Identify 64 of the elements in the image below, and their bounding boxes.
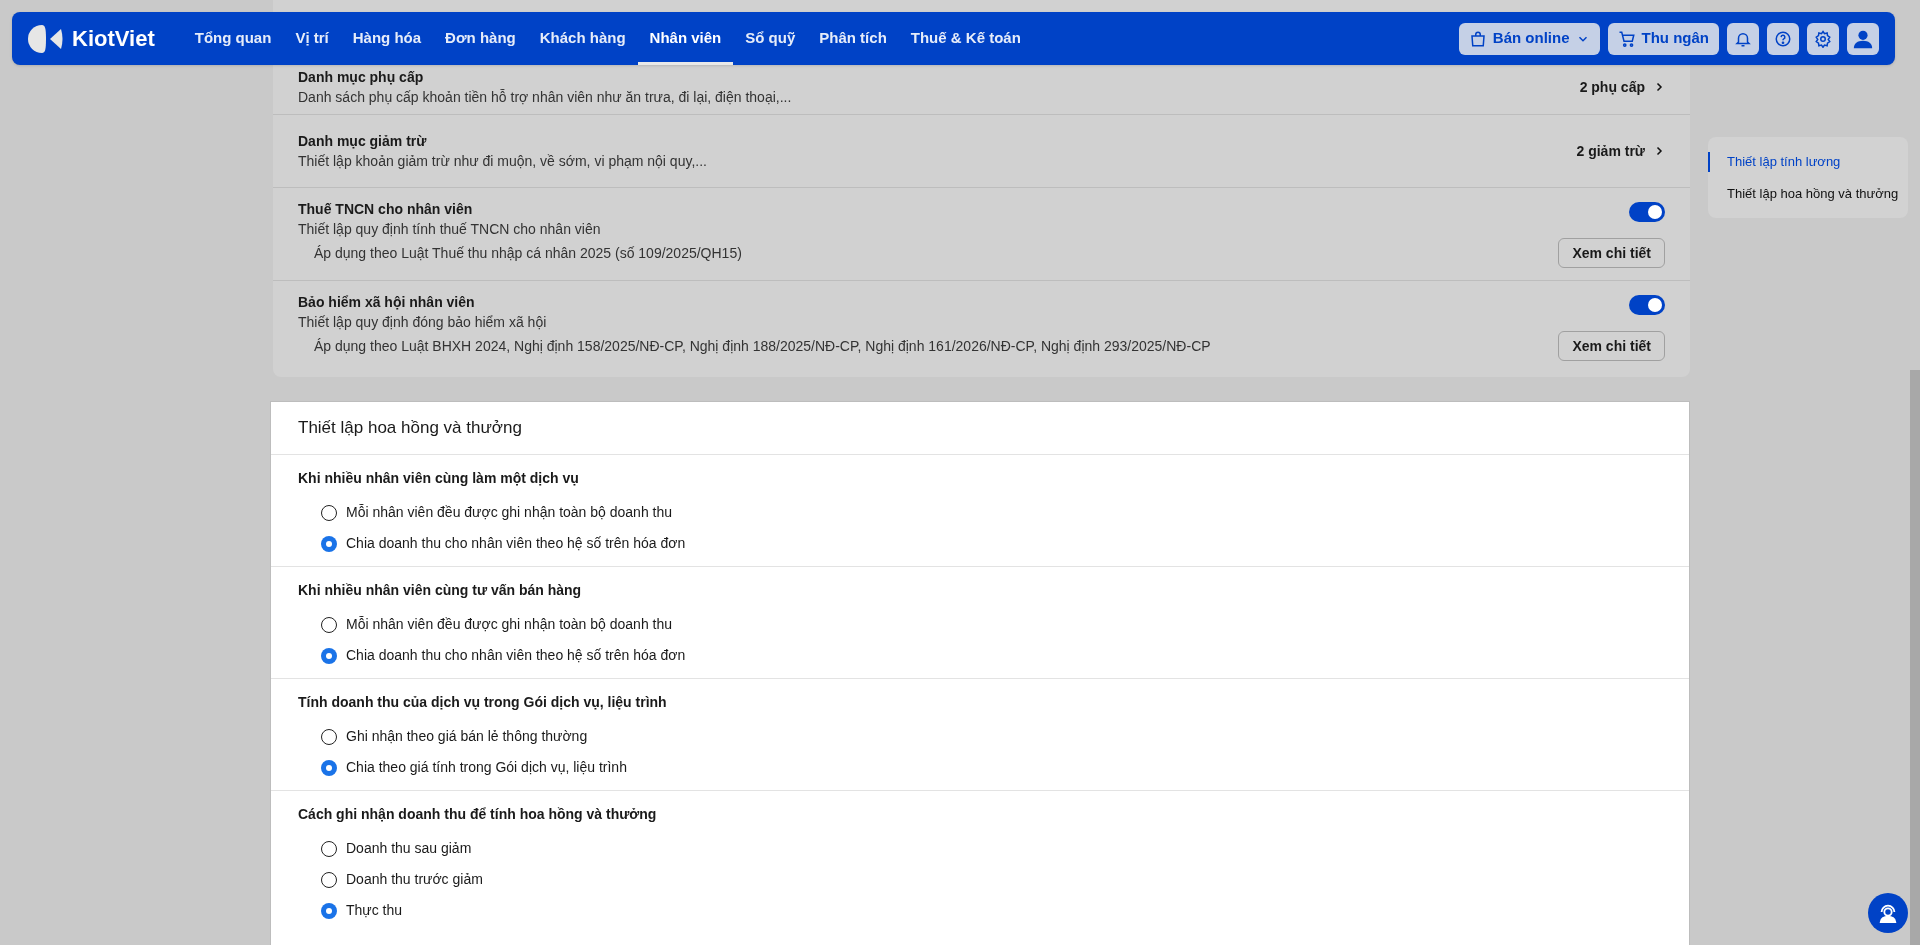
radio-button[interactable] [321,840,337,857]
group-title: Khi nhiều nhân viên cùng tư vấn bán hàng [298,581,583,600]
logo-text: KiotViet [72,25,155,53]
radio-button[interactable] [321,504,337,521]
radio-option[interactable]: Doanh thu trước giảm [321,864,1662,895]
nav-tab[interactable]: Vị trí [283,12,341,65]
settings-icon [1814,29,1832,48]
radio-option[interactable]: Ghi nhận theo giá bán lẻ thông thường [321,721,1662,752]
radio-button[interactable] [321,535,337,552]
setting-description: Danh sách phụ cấp khoản tiền hỗ trợ nhân viên như ăn trưa, đi lại, điện thoại,... [298,88,792,106]
section-title: Thiết lập hoa hồng và thưởng [271,402,1689,455]
side-nav-link[interactable]: Thiết lập hoa hồng và thưởng [1708,183,1908,203]
account-button[interactable] [1847,22,1879,55]
online-sales-button[interactable]: Bán online [1458,22,1600,55]
view-details-button[interactable]: Xem chi tiết [1558,331,1665,361]
nav-tab[interactable]: Thuế & Kế toán [898,12,1033,65]
side-nav-link[interactable]: Thiết lập tính lương [1708,152,1908,172]
radio-button[interactable] [321,871,337,888]
setting-note: Áp dụng theo Luật BHXH 2024, Nghị định 158/2025/NĐ-CP, Nghị định 188/2025/NĐ-CP, Nghị định 161/2026/NĐ-CP, Nghị định 293/2025/NĐ-CP [314,336,1211,356]
count-link[interactable]: 2 giảm trừ [1576,140,1665,162]
scrollbar-thumb[interactable] [1910,370,1920,945]
logo-icon [28,23,64,54]
nav-tab[interactable]: Hàng hóa [340,12,434,65]
group-title: Tính doanh thu của dịch vụ trong Gói dịch vụ, liệu trình [298,693,668,712]
setting-title: Thuế TNCN cho nhân viên [298,200,474,218]
headset-person-icon [1877,902,1899,924]
group-title: Cách ghi nhận doanh thu để tính hoa hồng và thưởng [298,805,658,824]
radio-button[interactable] [321,902,337,919]
nav-tab[interactable]: Phân tích [807,12,899,65]
support-button[interactable] [1868,893,1908,933]
shopping-bag-icon [1468,29,1487,48]
radio-button[interactable] [321,728,337,745]
nav-tab[interactable]: Khách hàng [527,12,638,65]
cashier-button[interactable]: Thu ngân [1607,22,1719,55]
radio-option[interactable]: Chia theo giá tính trong Gói dịch vụ, liệu trình [321,752,1662,783]
setting-title: Danh mục phụ cấp [298,68,425,86]
nav-tab[interactable]: Sổ quỹ [733,12,808,65]
radio-button[interactable] [321,759,337,776]
setting-title: Bảo hiểm xã hội nhân viên [298,293,476,311]
help-button[interactable] [1767,22,1799,55]
radio-option[interactable]: Mỗi nhân viên đều được ghi nhận toàn bộ doanh thu [321,609,1662,640]
setting-description: Thiết lập quy định tính thuế TNCN cho nhân viên [298,220,601,238]
toggle-switch[interactable] [1629,295,1665,315]
setting-description: Thiết lập khoản giảm trừ như đi muộn, về sớm, vi phạm nội quy,... [298,152,707,170]
radio-button[interactable] [321,616,337,633]
radio-button[interactable] [321,647,337,664]
count-link[interactable]: 2 phụ cấp [1579,76,1665,98]
nav-tab[interactable]: Đơn hàng [433,12,528,65]
view-details-button[interactable]: Xem chi tiết [1558,238,1665,268]
radio-option[interactable]: Thực thu [321,895,1662,926]
settings-button[interactable] [1807,22,1839,55]
setting-note: Áp dụng theo Luật Thuế thu nhập cá nhân 2025 (số 109/2025/QH15) [314,243,742,263]
radio-option[interactable]: Doanh thu sau giảm [321,833,1662,864]
radio-option[interactable]: Chia doanh thu cho nhân viên theo hệ số trên hóa đơn [321,640,1662,671]
setting-description: Thiết lập quy định đóng bảo hiểm xã hội [298,313,547,331]
nav-tab[interactable]: Tổng quan [182,12,284,65]
group-title: Khi nhiều nhân viên cùng làm một dịch vụ [298,469,580,488]
radio-option[interactable]: Mỗi nhân viên đều được ghi nhận toàn bộ doanh thu [321,497,1662,528]
cart-icon [1617,29,1636,48]
notifications-button[interactable] [1727,22,1759,55]
toggle-switch[interactable] [1629,202,1665,222]
help-icon [1774,29,1792,48]
setting-title: Danh mục giảm trừ [298,132,428,150]
radio-option[interactable]: Chia doanh thu cho nhân viên theo hệ số trên hóa đơn [321,528,1662,559]
